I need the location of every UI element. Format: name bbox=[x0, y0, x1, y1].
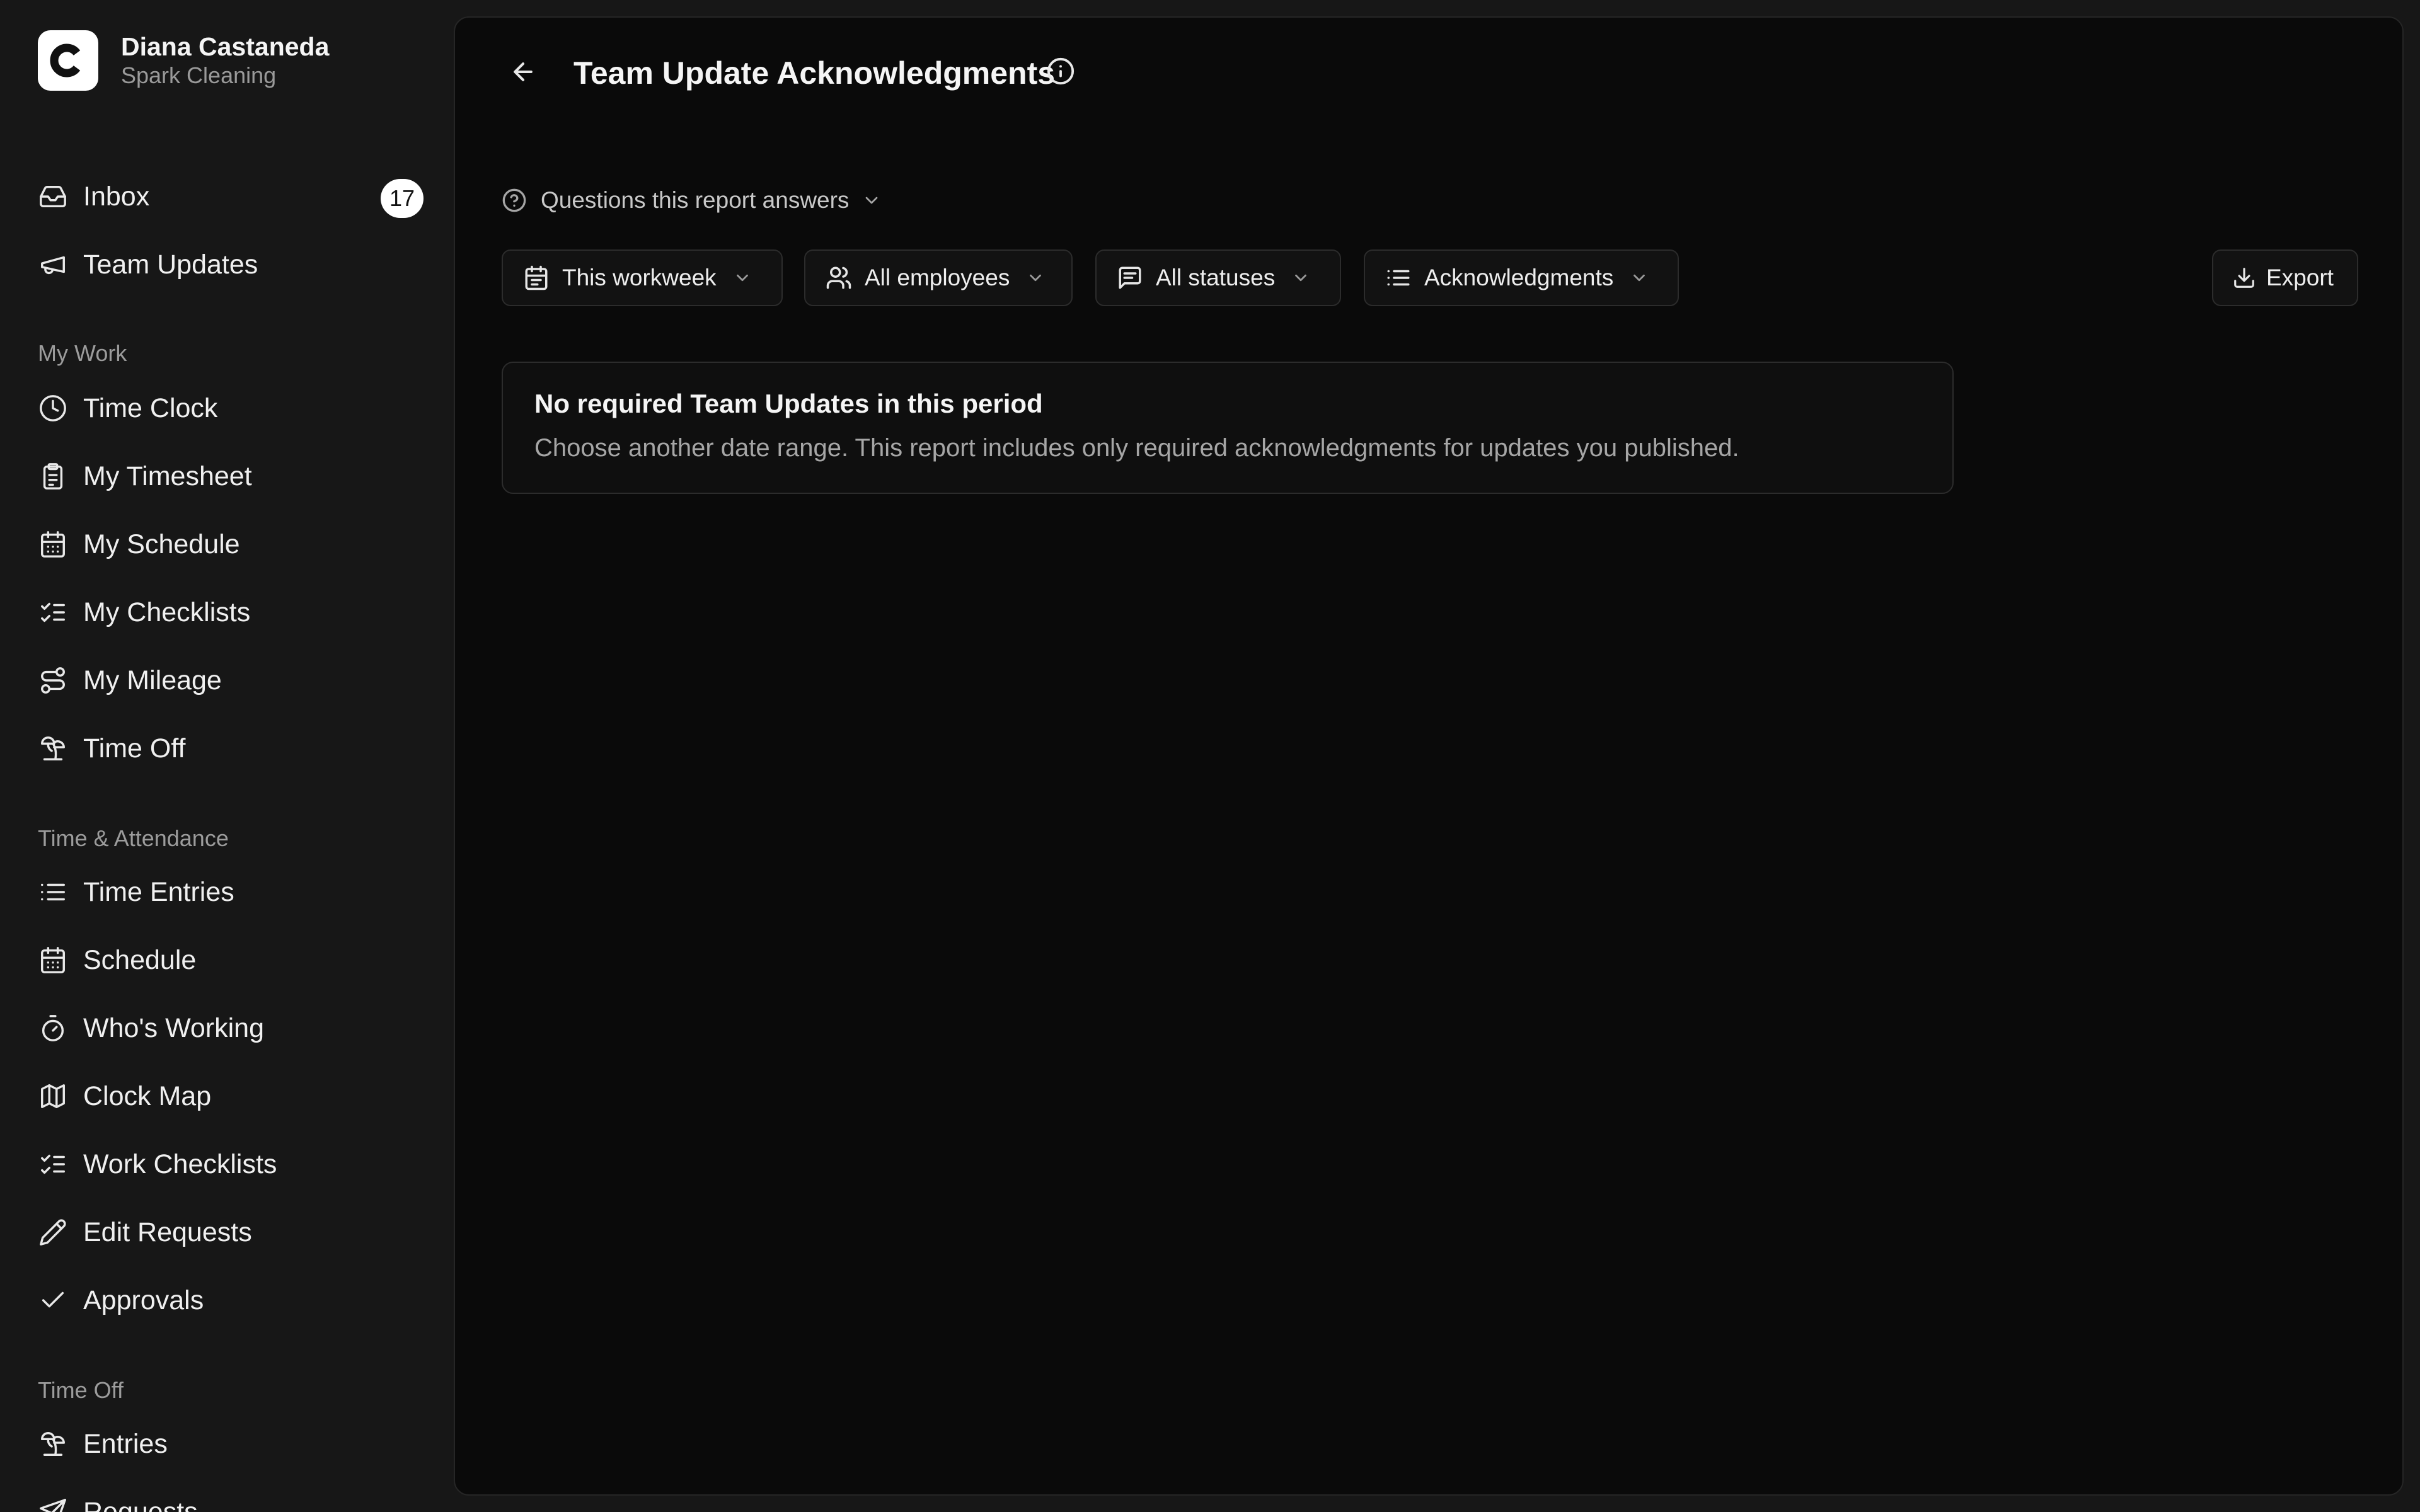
palm-tree-icon bbox=[38, 1429, 68, 1459]
megaphone-icon bbox=[38, 249, 68, 280]
period-filter[interactable]: This workweek bbox=[502, 249, 783, 306]
list-icon bbox=[38, 877, 68, 907]
sidebar: Diana Castaneda Spark Cleaning Inbox 17 … bbox=[0, 0, 454, 1512]
sidebar-item-label: Clock Map bbox=[83, 1080, 212, 1111]
sidebar-item-my-checklists[interactable]: My Checklists bbox=[38, 587, 424, 638]
sidebar-item-label: Schedule bbox=[83, 944, 197, 975]
route-icon bbox=[38, 665, 68, 696]
sidebar-item-label: Requests bbox=[83, 1496, 198, 1512]
list-checks-icon bbox=[38, 1149, 68, 1179]
download-icon bbox=[2234, 268, 2254, 288]
sidebar-item-schedule[interactable]: Schedule bbox=[38, 935, 424, 985]
empty-state-title: No required Team Updates in this period bbox=[534, 389, 1043, 418]
view-filter-label: Acknowledgments bbox=[1424, 265, 1614, 290]
back-button[interactable] bbox=[503, 52, 543, 92]
timer-icon bbox=[38, 1013, 68, 1043]
period-filter-label: This workweek bbox=[562, 265, 717, 290]
employees-filter[interactable]: All employees bbox=[804, 249, 1073, 306]
account-switcher[interactable]: Diana Castaneda Spark Cleaning bbox=[38, 30, 329, 91]
sidebar-item-my-timesheet[interactable]: My Timesheet bbox=[38, 451, 424, 501]
help-circle-icon bbox=[502, 188, 526, 212]
sidebar-item-my-mileage[interactable]: My Mileage bbox=[38, 655, 424, 706]
chevron-down-icon bbox=[1030, 274, 1042, 282]
sidebar-item-label: Edit Requests bbox=[83, 1217, 252, 1247]
clock-icon bbox=[38, 393, 68, 423]
sidebar-item-label: Time Off bbox=[83, 733, 186, 764]
calendar-icon bbox=[38, 529, 68, 559]
empty-state-description: Choose another date range. This report i… bbox=[534, 434, 1739, 462]
sidebar-item-my-schedule[interactable]: My Schedule bbox=[38, 519, 424, 570]
sidebar-item-label: Work Checklists bbox=[83, 1148, 277, 1179]
chevron-down-icon bbox=[866, 197, 878, 204]
pencil-icon bbox=[38, 1217, 68, 1247]
check-icon bbox=[38, 1285, 68, 1315]
sidebar-item-label: Time Entries bbox=[83, 876, 234, 907]
questions-toggle[interactable]: Questions this report answers bbox=[502, 183, 882, 218]
user-name: Diana Castaneda bbox=[121, 32, 330, 61]
sidebar-item-approvals[interactable]: Approvals bbox=[38, 1275, 424, 1326]
sidebar-item-label: Team Updates bbox=[83, 249, 258, 280]
sidebar-item-label: Who's Working bbox=[83, 1012, 264, 1043]
export-button-label: Export bbox=[2266, 265, 2334, 290]
chevron-down-icon bbox=[736, 274, 748, 282]
status-filter-label: All statuses bbox=[1156, 265, 1276, 290]
calendar-icon bbox=[525, 265, 548, 290]
sidebar-item-whos-working[interactable]: Who's Working bbox=[38, 1003, 424, 1053]
chevron-down-icon bbox=[1295, 274, 1307, 282]
report-panel: Team Update Acknowledgments Questions th… bbox=[454, 16, 2404, 1496]
sidebar-item-time-clock[interactable]: Time Clock bbox=[38, 383, 424, 433]
section-label-time-attendance: Time & Attendance bbox=[38, 825, 229, 851]
calendar-icon bbox=[38, 945, 68, 975]
sidebar-item-clock-map[interactable]: Clock Map bbox=[38, 1071, 424, 1121]
view-filter[interactable]: Acknowledgments bbox=[1364, 249, 1679, 306]
sidebar-item-inbox[interactable]: Inbox 17 bbox=[38, 171, 424, 222]
sidebar-item-time-off-requests[interactable]: Requests bbox=[38, 1487, 424, 1512]
export-button[interactable]: Export bbox=[2212, 249, 2358, 306]
company-logo bbox=[38, 30, 98, 91]
sidebar-item-label: Approvals bbox=[83, 1285, 204, 1315]
users-icon bbox=[826, 266, 851, 289]
questions-toggle-label: Questions this report answers bbox=[541, 187, 850, 213]
section-label-time-off: Time Off bbox=[38, 1377, 124, 1403]
palm-tree-icon bbox=[38, 733, 68, 764]
sidebar-item-work-checklists[interactable]: Work Checklists bbox=[38, 1139, 424, 1189]
sidebar-item-label: Entries bbox=[83, 1428, 168, 1459]
sidebar-item-team-updates[interactable]: Team Updates bbox=[38, 239, 424, 290]
sidebar-item-label: My Mileage bbox=[83, 665, 222, 696]
sidebar-item-label: My Timesheet bbox=[83, 461, 252, 491]
sidebar-item-time-off-entries[interactable]: Entries bbox=[38, 1419, 424, 1469]
organization-name: Spark Cleaning bbox=[121, 62, 277, 88]
info-icon[interactable] bbox=[1046, 57, 1075, 86]
section-label-my-work: My Work bbox=[38, 340, 127, 366]
chevron-down-icon bbox=[1634, 274, 1645, 282]
send-icon bbox=[38, 1497, 68, 1512]
sidebar-item-label: Inbox bbox=[83, 181, 150, 212]
inbox-count-badge: 17 bbox=[381, 179, 424, 218]
sidebar-item-label: My Checklists bbox=[83, 597, 251, 627]
message-square-text-icon bbox=[1119, 266, 1141, 289]
page-title: Team Update Acknowledgments bbox=[573, 55, 1056, 91]
sidebar-item-edit-requests[interactable]: Edit Requests bbox=[38, 1207, 424, 1257]
sidebar-item-time-entries[interactable]: Time Entries bbox=[38, 867, 424, 917]
inbox-icon bbox=[38, 181, 68, 212]
empty-state-card: No required Team Updates in this period … bbox=[502, 362, 1954, 494]
sidebar-item-time-off[interactable]: Time Off bbox=[38, 723, 424, 774]
sidebar-item-label: My Schedule bbox=[83, 529, 240, 559]
status-filter[interactable]: All statuses bbox=[1095, 249, 1341, 306]
sidebar-item-label: Time Clock bbox=[83, 392, 218, 423]
employees-filter-label: All employees bbox=[865, 265, 1010, 290]
arrow-left-icon bbox=[514, 62, 533, 81]
clipboard-list-icon bbox=[38, 461, 68, 491]
map-icon bbox=[38, 1081, 68, 1111]
list-checks-icon bbox=[38, 597, 68, 627]
list-icon bbox=[1387, 270, 1410, 286]
